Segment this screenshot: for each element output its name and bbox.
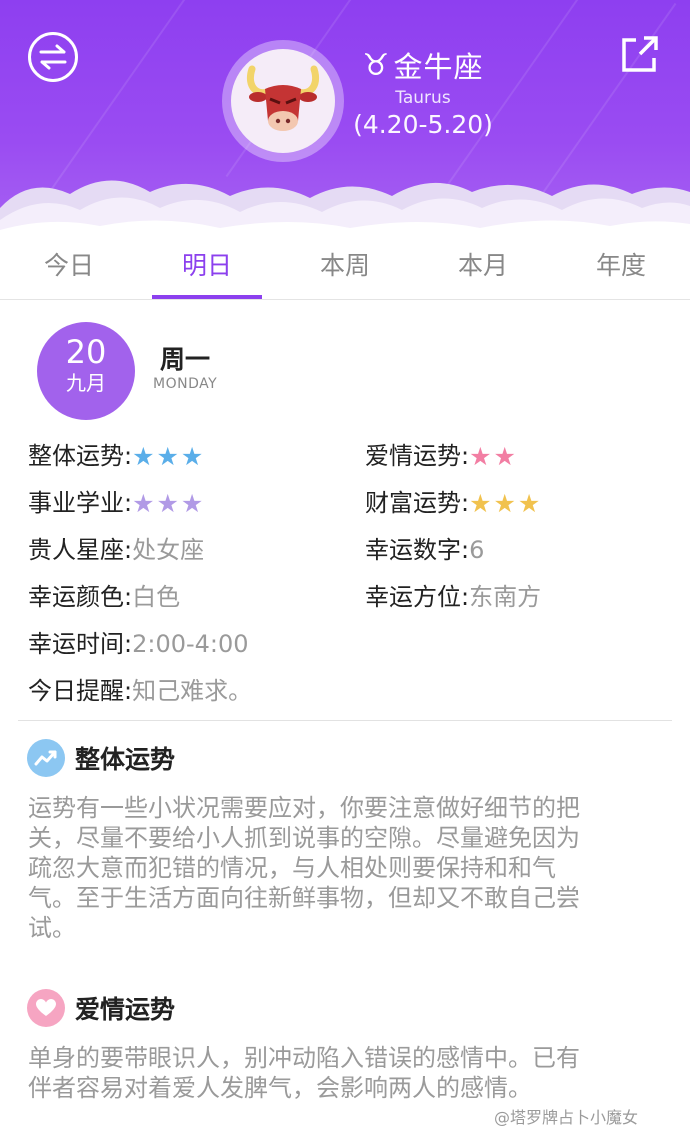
daily-reminder-value: 知己难求。	[132, 677, 253, 705]
lucky-color-label: 幸运颜色:	[28, 583, 133, 611]
lucky-number-value: 6	[469, 536, 485, 564]
text-line: 单身的要带眼识人，别冲动陷入错误的感情中。已有	[28, 1044, 580, 1072]
share-external-icon	[622, 36, 658, 72]
sign-avatar[interactable]	[222, 40, 344, 162]
header: ♉ 金牛座 Taurus (4.20-5.20)	[0, 0, 690, 236]
trend-chart-icon	[27, 739, 65, 777]
love-section-title: 爱情运势	[75, 995, 176, 1024]
tab-tomorrow[interactable]: 明日	[138, 236, 276, 299]
love-rating: 爱情运势:★★	[365, 436, 518, 471]
wealth-rating-label: 财富运势:	[365, 489, 470, 517]
overall-rating-label: 整体运势:	[28, 442, 133, 470]
love-section-text: 单身的要带眼识人，别冲动陷入错误的感情中。已有 伴者容易对着爱人发脾气，会影响两…	[28, 1043, 664, 1103]
lucky-direction-label: 幸运方位:	[365, 583, 470, 611]
period-tabs: 今日 明日 本周 本月 年度	[0, 236, 690, 300]
lucky-number-label: 幸运数字:	[365, 536, 470, 564]
sign-name: 金牛座	[393, 50, 484, 84]
taurus-symbol-icon: ♉	[362, 47, 390, 83]
share-button[interactable]	[620, 34, 662, 74]
cloud-decoration	[0, 180, 690, 236]
text-line: 运势有一些小状况需要应对，你要注意做好细节的把	[28, 794, 580, 822]
lucky-number: 幸运数字:6	[365, 530, 484, 565]
sign-date-range: (4.20-5.20)	[353, 110, 493, 139]
tab-this-year[interactable]: 年度	[552, 236, 690, 299]
text-line: 伴者容易对着爱人发脾气，会影响两人的感情。	[28, 1074, 532, 1102]
daily-reminder: 今日提醒:知己难求。	[28, 671, 252, 706]
tab-this-month[interactable]: 本月	[414, 236, 552, 299]
career-rating-label: 事业学业:	[28, 489, 133, 517]
sign-english-name: Taurus	[395, 88, 451, 108]
date-month: 九月	[66, 371, 106, 395]
divider	[18, 720, 672, 721]
swap-arrows-icon	[39, 44, 67, 70]
overall-section-title: 整体运势	[75, 745, 176, 774]
sign-title: ♉ 金牛座	[348, 42, 498, 88]
love-section-header: 爱情运势	[27, 989, 175, 1027]
overall-section-text: 运势有一些小状况需要应对，你要注意做好细节的把 关，尽量不要给小人抓到说事的空隙…	[28, 793, 664, 943]
tab-today[interactable]: 今日	[0, 236, 138, 299]
text-line: 疏忽大意而犯错的情况，与人相处则要保持和和气	[28, 854, 556, 882]
sign-info: ♉ 金牛座 Taurus (4.20-5.20)	[348, 42, 498, 140]
text-line: 试。	[28, 914, 76, 942]
date-day: 20	[65, 333, 107, 371]
swap-sign-button[interactable]	[28, 32, 78, 82]
tab-this-week[interactable]: 本周	[276, 236, 414, 299]
text-line: 关，尽量不要给小人抓到说事的空隙。尽量避免因为	[28, 824, 580, 852]
love-rating-label: 爱情运势:	[365, 442, 470, 470]
career-stars: ★★★	[132, 489, 206, 518]
love-stars: ★★	[469, 442, 518, 471]
patron-sign-label: 贵人星座:	[28, 536, 133, 564]
patron-sign-value: 处女座	[132, 536, 205, 564]
avatar-inner	[231, 49, 335, 153]
overall-section-header: 整体运势	[27, 739, 175, 777]
overall-rating: 整体运势:★★★	[28, 436, 205, 471]
weekday-english: MONDAY	[153, 376, 218, 392]
heart-icon	[27, 989, 65, 1027]
daily-reminder-label: 今日提醒:	[28, 677, 133, 705]
lucky-direction-value: 东南方	[469, 583, 542, 611]
patron-sign: 贵人星座:处女座	[28, 530, 204, 565]
overall-stars: ★★★	[132, 442, 206, 471]
date-badge: 20 九月	[37, 322, 135, 420]
weekday: 周一	[160, 345, 211, 374]
lucky-color: 幸运颜色:白色	[28, 577, 180, 612]
bull-head-icon	[247, 65, 319, 131]
lucky-time: 幸运时间:2:00-4:00	[28, 624, 249, 659]
lucky-direction: 幸运方位:东南方	[365, 577, 541, 612]
wealth-stars: ★★★	[469, 489, 543, 518]
career-rating: 事业学业:★★★	[28, 483, 205, 518]
lucky-time-label: 幸运时间:	[28, 630, 133, 658]
text-line: 气。至于生活方面向往新鲜事物，但却又不敢自己尝	[28, 884, 580, 912]
wealth-rating: 财富运势:★★★	[365, 483, 542, 518]
lucky-color-value: 白色	[132, 583, 181, 611]
watermark: @塔罗牌占卜小魔女	[494, 1108, 639, 1127]
lucky-time-value: 2:00-4:00	[132, 630, 249, 658]
